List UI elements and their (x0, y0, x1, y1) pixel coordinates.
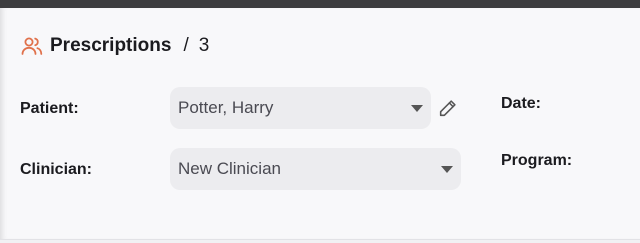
pencil-icon[interactable] (437, 97, 459, 119)
chevron-down-icon (441, 165, 453, 173)
patient-label: Patient: (20, 100, 79, 117)
title-separator: / (183, 35, 189, 56)
program-label: Program: (501, 152, 573, 169)
clinician-select[interactable]: New Clinician (170, 148, 461, 190)
page-title: Prescriptions (50, 35, 172, 56)
patient-select[interactable]: Potter, Harry (170, 87, 431, 129)
clinician-label: Clinician: (20, 161, 93, 178)
patient-select-value: Potter, Harry (178, 98, 274, 117)
prescription-count: 3 (198, 35, 210, 56)
chevron-down-icon (411, 104, 423, 112)
page-header: Prescriptions / 3 (20, 34, 209, 58)
users-icon (20, 34, 44, 58)
date-label: Date: (501, 95, 542, 112)
clinician-select-value: New Clinician (178, 159, 281, 178)
